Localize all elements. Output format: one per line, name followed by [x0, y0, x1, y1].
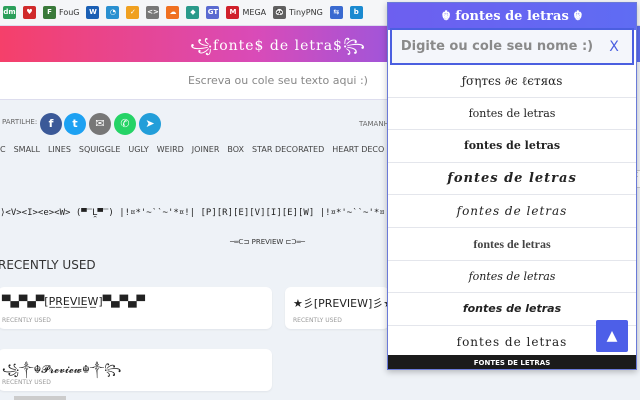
- bookmark-icon: GT: [206, 6, 220, 19]
- bookmark-icon: ☁: [166, 6, 180, 19]
- preview-row-2[interactable]: ─═ᑕ⊐ PREVIEW ⊏ᑐ═─: [230, 238, 305, 246]
- category-tab[interactable]: SMALL: [14, 145, 40, 154]
- popup-title: ☬ fontes de letras ☬: [388, 3, 636, 30]
- clear-icon[interactable]: X: [602, 39, 626, 55]
- recent-card-2[interactable]: ★彡[PREVIEW]彡★ RECENTLY USED: [285, 287, 393, 329]
- bookmark-icon: M: [226, 6, 240, 19]
- size-label: TAMANH: [359, 120, 389, 128]
- bookmark-item[interactable]: b: [349, 6, 363, 19]
- recent-card-sub: RECENTLY USED: [293, 317, 342, 324]
- bookmark-icon: b: [349, 6, 363, 19]
- arrow-up-icon: ▲: [606, 328, 618, 344]
- font-item[interactable]: fontes de letras: [388, 195, 636, 228]
- category-tab[interactable]: C: [0, 145, 6, 154]
- telegram-share-button[interactable]: ➤: [139, 113, 161, 135]
- category-tab[interactable]: WEIRD: [157, 145, 184, 154]
- bookmark-item[interactable]: ☁: [166, 6, 180, 19]
- font-item[interactable]: ƒσηтєѕ ∂є ℓєтяαѕ: [388, 65, 636, 98]
- bookmark-item[interactable]: ♥: [23, 6, 36, 19]
- bookmark-item[interactable]: ◔: [106, 6, 120, 19]
- bookmark-icon: F: [43, 6, 56, 19]
- popup-footer[interactable]: FONTES DE LETRAS: [388, 355, 636, 369]
- bookmark-item[interactable]: 🐼 TinyPNG: [273, 6, 323, 19]
- bookmark-label: TinyPNG: [289, 8, 323, 17]
- category-tab[interactable]: UGLY: [128, 145, 148, 154]
- recent-card-sub: RECENTLY USED: [2, 317, 51, 324]
- category-tab[interactable]: BOX: [227, 145, 244, 154]
- twitter-share-button[interactable]: t: [64, 113, 86, 135]
- scroll-top-button[interactable]: ▲: [596, 320, 628, 352]
- bookmark-icon: ✓: [126, 6, 140, 19]
- bookmark-item[interactable]: <>: [146, 6, 160, 19]
- category-tab[interactable]: LINES: [48, 145, 71, 154]
- name-input[interactable]: [392, 31, 602, 62]
- bookmark-item[interactable]: M MEGA: [226, 6, 266, 19]
- recent-card-1[interactable]: ▀▄▀▄▀[P̲R̲E̲V̲I̲E̲W̲]▀▄▀▄▀ RECENTLY USED: [0, 287, 272, 329]
- bookmark-icon: ◆: [186, 6, 200, 19]
- bookmark-icon: 🐼: [273, 6, 287, 19]
- font-list: ƒσηтєѕ ∂є ℓєтяαѕ fontes de letras fontes…: [388, 65, 636, 359]
- font-item[interactable]: fontes de letras: [388, 98, 636, 131]
- bookmark-icon: <>: [146, 6, 160, 19]
- bookmark-item[interactable]: F FouG: [43, 6, 79, 19]
- bottom-tab[interactable]: [14, 396, 66, 400]
- bookmark-label: MEGA: [242, 8, 267, 17]
- recent-card-text: ★彡[PREVIEW]彡★: [293, 297, 394, 310]
- email-share-button[interactable]: ✉: [89, 113, 111, 135]
- share-row: PARTILHE: f t ✉ ✆ ➤ TAMANH: [0, 112, 389, 138]
- font-item[interactable]: fontes de letras: [388, 130, 636, 163]
- font-popup-panel: ☬ fontes de letras ☬ X ƒσηтєѕ ∂є ℓєтяαѕ …: [387, 2, 637, 370]
- bookmark-item[interactable]: GT: [206, 6, 220, 19]
- bookmark-icon: ♥: [23, 6, 36, 19]
- text-input[interactable]: Escreva ou cole seu texto aqui :): [0, 62, 388, 100]
- preview-row[interactable]: ⟩<V><İ><e><W> (▀̿Ĺ̯▀̿) |!¤*'~``~'*¤!| [P…: [0, 208, 388, 218]
- recent-card-text: ▀▄▀▄▀[P̲R̲E̲V̲I̲E̲W̲]▀▄▀▄▀: [2, 295, 145, 308]
- bookmark-item[interactable]: ✓: [126, 6, 140, 19]
- recent-card-3[interactable]: ꧁༒☬𝓟𝓻𝓮𝓿𝓲𝓮𝔀☬༒꧂ RECENTLY USED: [0, 349, 272, 391]
- category-tab[interactable]: JOINER: [192, 145, 220, 154]
- font-item[interactable]: fontes de letras: [388, 261, 636, 294]
- category-tab[interactable]: SQUIGGLE: [79, 145, 121, 154]
- font-item[interactable]: fontes de letras: [388, 228, 636, 261]
- share-label: PARTILHE:: [2, 118, 38, 126]
- bookmark-icon: ◔: [106, 6, 120, 19]
- bookmark-item[interactable]: dm: [3, 6, 16, 19]
- category-tabs: C SMALL LINES SQUIGGLE UGLY WEIRD JOINER BOX STA…: [0, 145, 388, 157]
- font-item[interactable]: fontes de letras: [388, 163, 636, 196]
- category-tab[interactable]: STAR DECORATED: [252, 145, 324, 154]
- whatsapp-share-button[interactable]: ✆: [114, 113, 136, 135]
- bookmark-item[interactable]: W: [86, 6, 100, 19]
- facebook-share-button[interactable]: f: [40, 113, 62, 135]
- bookmark-item[interactable]: ⇆: [329, 6, 343, 19]
- category-tab[interactable]: HEART DECO: [332, 145, 384, 154]
- popup-search-box: X: [390, 28, 634, 65]
- bookmark-label: FouG: [59, 8, 80, 17]
- bookmark-icon: W: [86, 6, 100, 19]
- bookmark-item[interactable]: ◆: [186, 6, 200, 19]
- recent-card-sub: RECENTLY USED: [2, 379, 51, 386]
- bookmark-icon: ⇆: [329, 6, 343, 19]
- bookmark-icon: dm: [3, 6, 16, 19]
- recently-used-title: RECENTLY USED: [0, 258, 96, 272]
- site-logo[interactable]: ꧁fonte$ de letra$꧂: [178, 34, 378, 63]
